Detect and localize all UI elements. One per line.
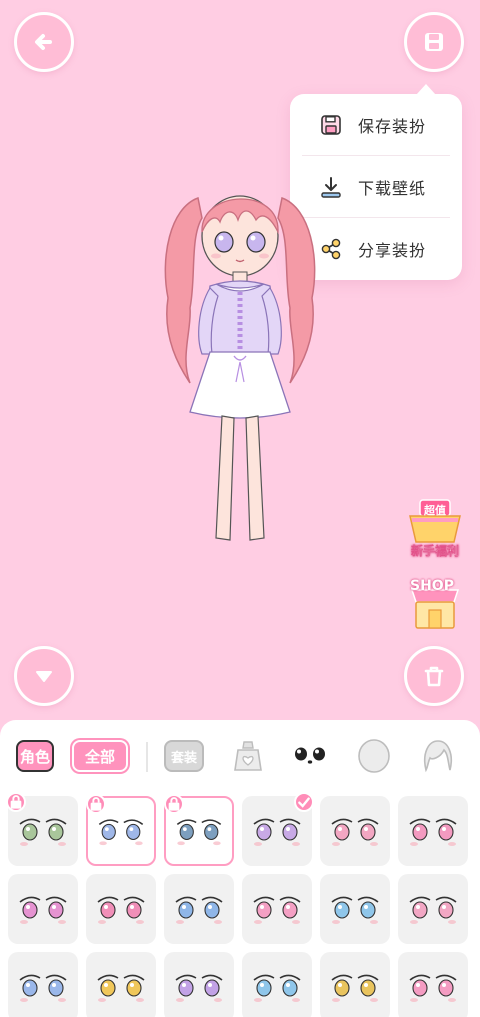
lock-icon [6, 792, 26, 812]
tab-set[interactable]: 套装 [164, 740, 204, 772]
menu-item-label: 分享装扮 [358, 241, 427, 260]
trash-icon [424, 666, 444, 687]
chevron-down-icon [36, 671, 52, 682]
checkmark-icon [294, 792, 314, 812]
weight-heart-icon[interactable] [228, 736, 268, 776]
tab-role[interactable]: 角色 [16, 740, 54, 772]
menu-item-save-outfit[interactable]: 保存装扮 [302, 94, 450, 156]
lock-icon [86, 794, 106, 814]
eye-option[interactable] [8, 952, 78, 1017]
eye-option[interactable] [86, 794, 156, 866]
back-arrow-icon [35, 34, 52, 50]
eye-option[interactable] [242, 792, 314, 866]
eye-option[interactable] [6, 792, 78, 866]
tab-all[interactable]: 全部 [72, 740, 128, 772]
lock-icon [164, 794, 184, 814]
eye-option[interactable] [164, 952, 234, 1017]
eye-option[interactable] [398, 796, 468, 866]
shop-label: SHOP [410, 578, 454, 594]
character-preview [164, 195, 316, 541]
welfare-badge: 超值 [424, 504, 446, 517]
eye-option[interactable] [8, 874, 78, 944]
eye-option[interactable] [86, 874, 156, 944]
tab-divider [146, 742, 148, 772]
eye-option[interactable] [398, 874, 468, 944]
right-eye [246, 231, 266, 253]
save-outfit-button[interactable] [404, 12, 464, 72]
wardrobe-panel: 角色 全部 套装 [0, 720, 480, 1017]
category-tabs: 角色 全部 套装 [0, 720, 480, 792]
eye-option[interactable] [320, 796, 390, 866]
collapse-panel-button[interactable] [14, 646, 74, 706]
skirt [189, 351, 291, 419]
remove-outfit-button[interactable] [404, 646, 464, 706]
left-leg [215, 415, 235, 541]
eye-option[interactable] [242, 952, 312, 1017]
eye-option[interactable] [398, 952, 468, 1017]
left-twin-tail [164, 197, 203, 384]
right-leg [245, 415, 265, 541]
save-icon [321, 114, 341, 135]
dressup-stage: 保存装扮 下载壁纸 分享装扮 超值 新手福利 SHOP [0, 0, 480, 720]
welfare-label: 新手福利 [410, 544, 459, 558]
eye-option[interactable] [320, 952, 390, 1017]
eye-option[interactable] [242, 874, 312, 944]
right-twin-tail [277, 197, 316, 384]
save-icon [425, 33, 443, 51]
eyes-icon[interactable] [290, 736, 330, 776]
menu-item-label: 下载壁纸 [358, 178, 427, 198]
shop-button[interactable]: SHOP [404, 576, 466, 632]
back-button[interactable] [14, 12, 74, 72]
eye-option[interactable] [164, 794, 234, 866]
left-eye [214, 231, 234, 253]
eye-option[interactable] [86, 952, 156, 1017]
eye-option[interactable] [320, 874, 390, 944]
newbie-welfare-promo[interactable]: 超值 新手福利 [404, 498, 466, 559]
hair-icon[interactable] [418, 736, 458, 776]
eye-option[interactable] [164, 874, 234, 944]
face-outline-icon[interactable] [354, 736, 394, 776]
menu-item-label: 保存装扮 [358, 116, 427, 136]
